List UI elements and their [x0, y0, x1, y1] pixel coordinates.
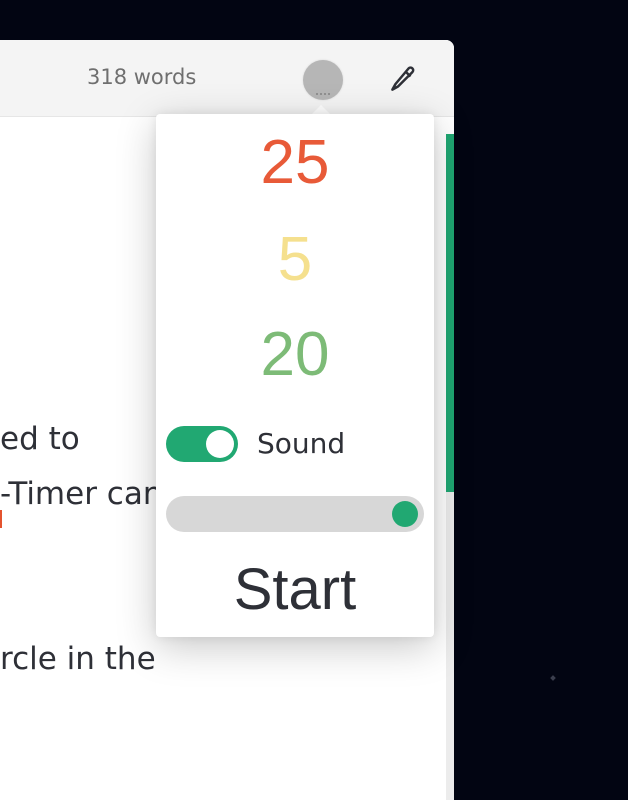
long-break-duration[interactable]: 20: [156, 324, 434, 386]
scroll-track[interactable]: [446, 492, 454, 800]
accent-bar: [446, 134, 454, 492]
spellcheck-mark: [0, 510, 2, 528]
text-line: -Timer can: [0, 476, 163, 512]
pencil-icon[interactable]: [388, 64, 418, 94]
toolbar: 318 words: [0, 40, 454, 117]
short-break-duration[interactable]: 5: [156, 229, 434, 291]
text-line: ed to: [0, 421, 80, 457]
work-duration[interactable]: 25: [156, 132, 434, 194]
timer-popover: 25 5 20 Sound Start: [156, 114, 434, 637]
cursor-mark: [550, 675, 556, 681]
slider-handle[interactable]: [392, 501, 418, 527]
sound-row: Sound: [166, 424, 426, 464]
timer-dots: [315, 93, 331, 95]
start-button[interactable]: Start: [156, 554, 434, 624]
toggle-knob: [206, 430, 234, 458]
volume-slider[interactable]: [166, 496, 424, 532]
sound-toggle[interactable]: [166, 426, 238, 462]
text-line: rcle in the: [0, 641, 156, 677]
sound-label: Sound: [257, 427, 346, 460]
word-count: 318 words: [87, 65, 197, 89]
